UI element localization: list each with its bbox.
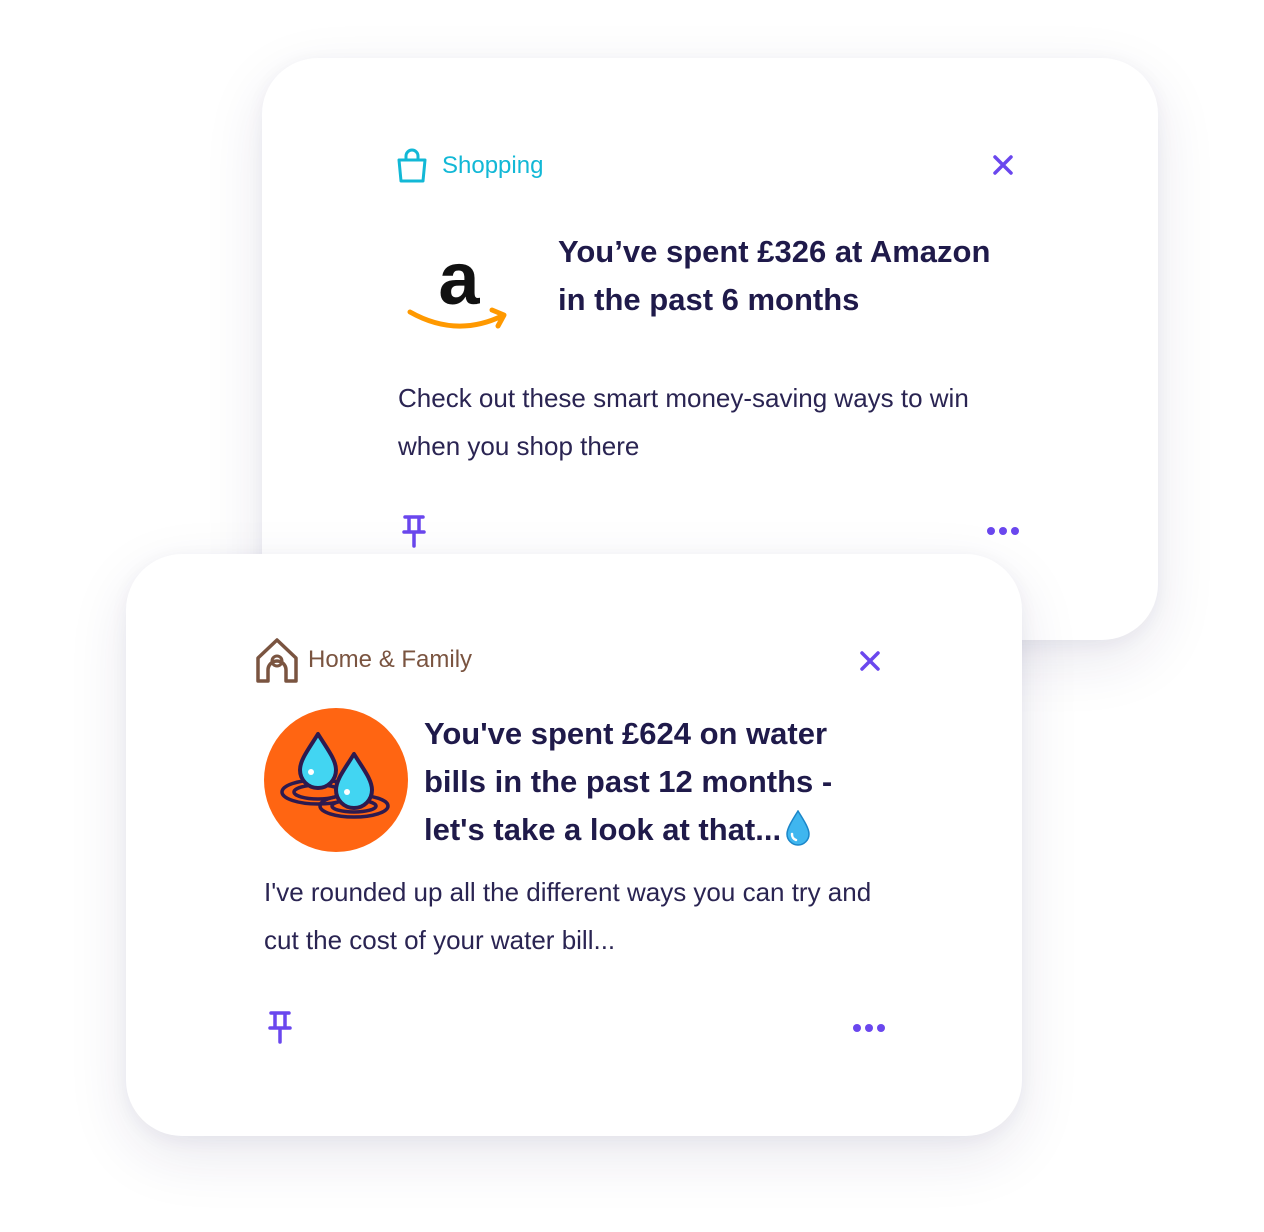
svg-text:a: a [438,248,480,320]
more-options-button[interactable] [987,527,1019,535]
category-label: Shopping [442,152,544,179]
more-options-button[interactable] [853,1024,885,1032]
house-icon [254,636,300,684]
card-headline-text: You've spent £624 on water bills in the … [424,716,833,847]
category-label: Home & Family [308,646,473,673]
pin-button[interactable] [402,514,428,550]
card-headline: You've spent £624 on water bills in the … [424,710,864,860]
insight-card-home-family[interactable]: Home & Family You've spent £624 on water… [126,554,1022,1136]
pin-button[interactable] [268,1010,294,1046]
card-body: Check out these smart money-saving ways … [398,383,969,461]
close-button[interactable] [992,154,1016,178]
close-icon [860,651,880,671]
amazon-logo: a [406,237,512,329]
more-dots-icon [853,1024,861,1032]
insight-card-shopping[interactable]: Shopping a You’ve spent £326 at Amazon i… [262,58,1158,640]
water-drops-icon [264,708,408,852]
pin-icon [268,1011,292,1044]
close-icon [993,155,1013,175]
card-headline: You’ve spent £326 at Amazon in the past … [558,234,991,317]
more-dots-icon [987,527,995,535]
card-body: I've rounded up all the different ways y… [264,877,872,955]
pin-icon [402,515,426,548]
close-button[interactable] [859,650,883,674]
water-drop-emoji [785,809,811,860]
shopping-bag-icon [396,148,436,186]
